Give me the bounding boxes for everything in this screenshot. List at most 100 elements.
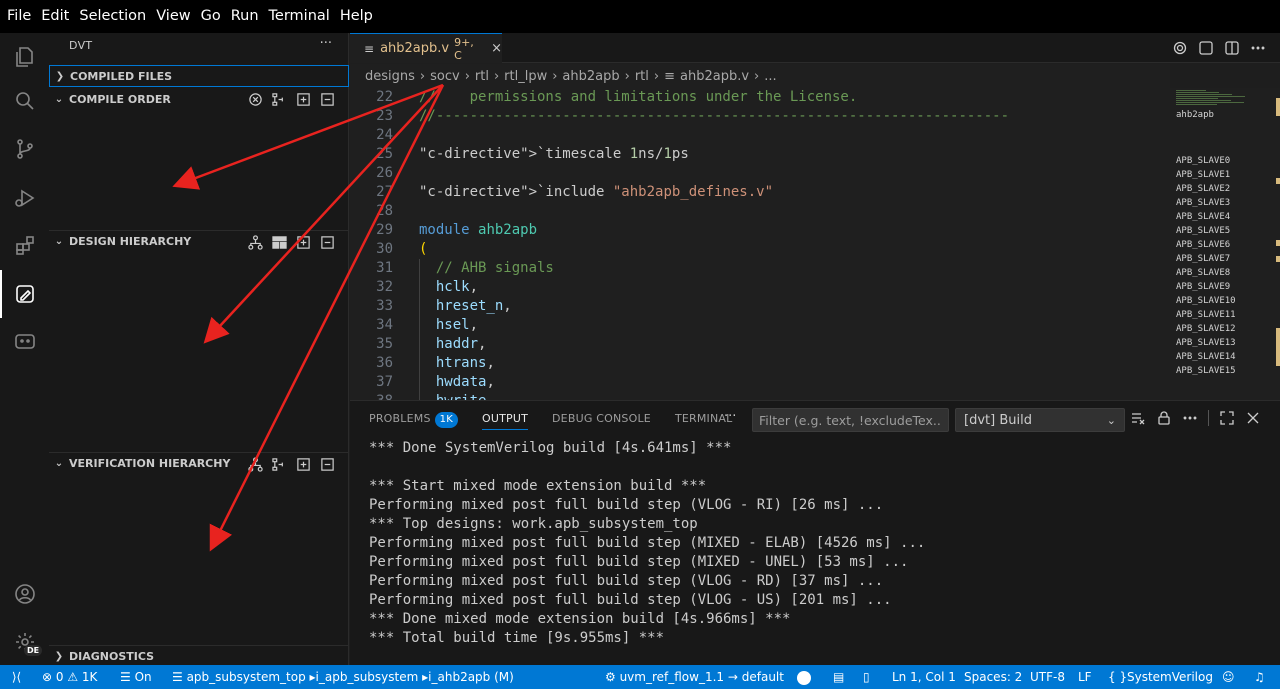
output-log[interactable]: *** Done SystemVerilog build [4s.641ms] … [369,439,1269,664]
extensions-icon[interactable] [0,222,49,270]
menu-go[interactable]: Go [196,0,226,33]
code-line[interactable]: 37 hwdata, [350,373,1170,392]
more-actions-icon[interactable] [1182,410,1198,430]
expand-all-icon[interactable] [295,456,311,472]
output-channel-select[interactable]: [dvt] Build ⌄ [955,408,1125,432]
breadcrumb-item[interactable]: designs [365,69,415,84]
encoding[interactable]: UTF-8 [1030,665,1065,689]
hierarchy-icon[interactable] [247,234,263,250]
settings-gear-icon[interactable] [0,618,49,666]
minimap[interactable]: ahb2apb APB_SLAVE0 APB_SLAVE1 APB_SLAVE2 APB… [1170,88,1266,400]
chat-icon[interactable] [0,318,49,366]
sidebar-more-button[interactable]: ··· [320,36,332,51]
close-icon[interactable]: × [491,41,502,56]
search-icon[interactable] [0,77,49,125]
code-line[interactable]: 33 hreset_n, [350,297,1170,316]
code-line[interactable]: 25 "c-directive">`timescale 1ns/1ps [350,145,1170,164]
tab-problems[interactable]: PROBLEMS 1K [369,401,458,437]
collapse-all-icon[interactable] [319,456,335,472]
menu-selection[interactable]: Selection [74,0,151,33]
code-line[interactable]: 23 //------------------------------------… [350,107,1170,126]
tab-output[interactable]: OUTPUT [481,401,529,437]
code-line[interactable]: 32 hclk, [350,278,1170,297]
breadcrumb-item[interactable]: rtl [475,69,489,84]
notes-icon[interactable]: ▤ [833,665,844,689]
output-filter-input[interactable] [752,408,949,432]
explorer-icon[interactable] [0,33,49,81]
section-compiled-files[interactable]: ❯ COMPILED FILES [49,65,349,87]
account-icon[interactable] [0,570,49,618]
code-line[interactable]: 30 ( [350,240,1170,259]
breadcrumb-item[interactable]: ... [764,69,776,84]
tree-icon[interactable] [271,456,287,472]
code-line[interactable]: 35 haddr, [350,335,1170,354]
filter-status[interactable]: ☰ On [120,665,152,689]
code-line[interactable]: 26 [350,164,1170,183]
collapse-all-icon[interactable] [319,91,335,107]
code-line[interactable]: 34 hsel, [350,316,1170,335]
build-indicator-icon[interactable] [797,665,811,689]
menu-file[interactable]: File [2,0,36,33]
code-editor[interactable]: 22 // permissions and limitations under t… [350,88,1170,400]
file-icon[interactable]: ▯ [863,665,870,689]
breadcrumb-item[interactable]: rtl_lpw [504,69,547,84]
menu-edit[interactable]: Edit [36,0,74,33]
code-line[interactable]: 22 // permissions and limitations under t… [350,88,1170,107]
code-line[interactable]: 24 [350,126,1170,145]
panel-more-button[interactable]: ··· [724,409,736,424]
section-design-hierarchy[interactable]: ⌄ DESIGN HIERARCHY [49,230,349,252]
breadcrumb-item[interactable]: ahb2apb.v [680,69,749,84]
cursor-position[interactable]: Ln 1, Col 1 [892,665,956,689]
menu-view[interactable]: View [151,0,195,33]
minimap-slave-label: APB_SLAVE10 [1176,296,1236,306]
code-line[interactable]: 31 // AHB signals [350,259,1170,278]
problems-status[interactable]: ⊗ 0 ⚠ 1K [42,665,97,689]
source-control-icon[interactable] [0,125,49,173]
tab-ahb2apb[interactable]: ≡ ahb2apb.v 9+, C × [350,33,502,63]
maximize-panel-icon[interactable] [1219,410,1235,430]
breadcrumb-item[interactable]: socv [430,69,460,84]
run-debug-icon[interactable] [0,174,49,222]
section-diagnostics[interactable]: ❯ DIAGNOSTICS [49,645,349,667]
menu-help[interactable]: Help [335,0,378,33]
indentation[interactable]: Spaces: 2 [964,665,1022,689]
section-verification-hierarchy[interactable]: ⌄ VERIFICATION HIERARCHY [49,452,349,474]
notifications-icon[interactable]: ♫ [1254,665,1265,689]
menu-run[interactable]: Run [226,0,264,33]
line-number: 26 [376,165,393,181]
code-line[interactable]: 28 [350,202,1170,221]
language-mode[interactable]: SystemVerilog [1127,665,1213,689]
breadcrumb-item[interactable]: rtl [635,69,649,84]
config-status[interactable]: ⚙ uvm_ref_flow_1.1 → default [605,665,784,689]
more-actions-icon[interactable] [1250,40,1266,60]
code-line[interactable]: 38 hwrite, [350,392,1170,400]
hierarchy-path[interactable]: ☰ apb_subsystem_top ▸i_apb_subsystem ▸i_… [172,665,514,689]
editor-scrollbar[interactable] [1266,88,1280,400]
collapse-all-icon[interactable] [319,234,335,250]
split-editor-icon[interactable] [1224,40,1240,60]
lock-icon[interactable] [1156,410,1172,430]
gear-icon[interactable] [1172,40,1188,60]
clear-output-icon[interactable] [1130,410,1146,430]
layout-icon[interactable] [271,234,287,250]
clear-icon[interactable] [247,91,263,107]
tree-icon[interactable] [271,91,287,107]
close-icon[interactable] [1245,410,1261,430]
status-bar: ⟩⟨ ⊗ 0 ⚠ 1K ☰ On ☰ apb_subsystem_top ▸i_… [0,665,1280,689]
dvt-icon[interactable] [0,270,49,318]
code-line[interactable]: 27 "c-directive">`include "ahb2apb_define… [350,183,1170,202]
menu-terminal[interactable]: Terminal [264,0,335,33]
expand-all-icon[interactable] [295,91,311,107]
copilot-icon[interactable]: ☺ [1222,665,1235,689]
code-line[interactable]: 36 htrans, [350,354,1170,373]
code-text: hwrite, [419,392,495,400]
tab-debug-console[interactable]: DEBUG CONSOLE [552,401,651,437]
remote-icon[interactable]: ⟩⟨ [0,665,33,689]
hierarchy-icon[interactable] [247,456,263,472]
end-of-line[interactable]: LF [1078,665,1092,689]
code-line[interactable]: 29 module ahb2apb [350,221,1170,240]
section-compile-order[interactable]: ⌄ COMPILE ORDER [49,88,349,110]
breadcrumb-item[interactable]: ahb2apb [562,69,619,84]
expand-all-icon[interactable] [295,234,311,250]
toggle-panel-icon[interactable] [1198,40,1214,60]
